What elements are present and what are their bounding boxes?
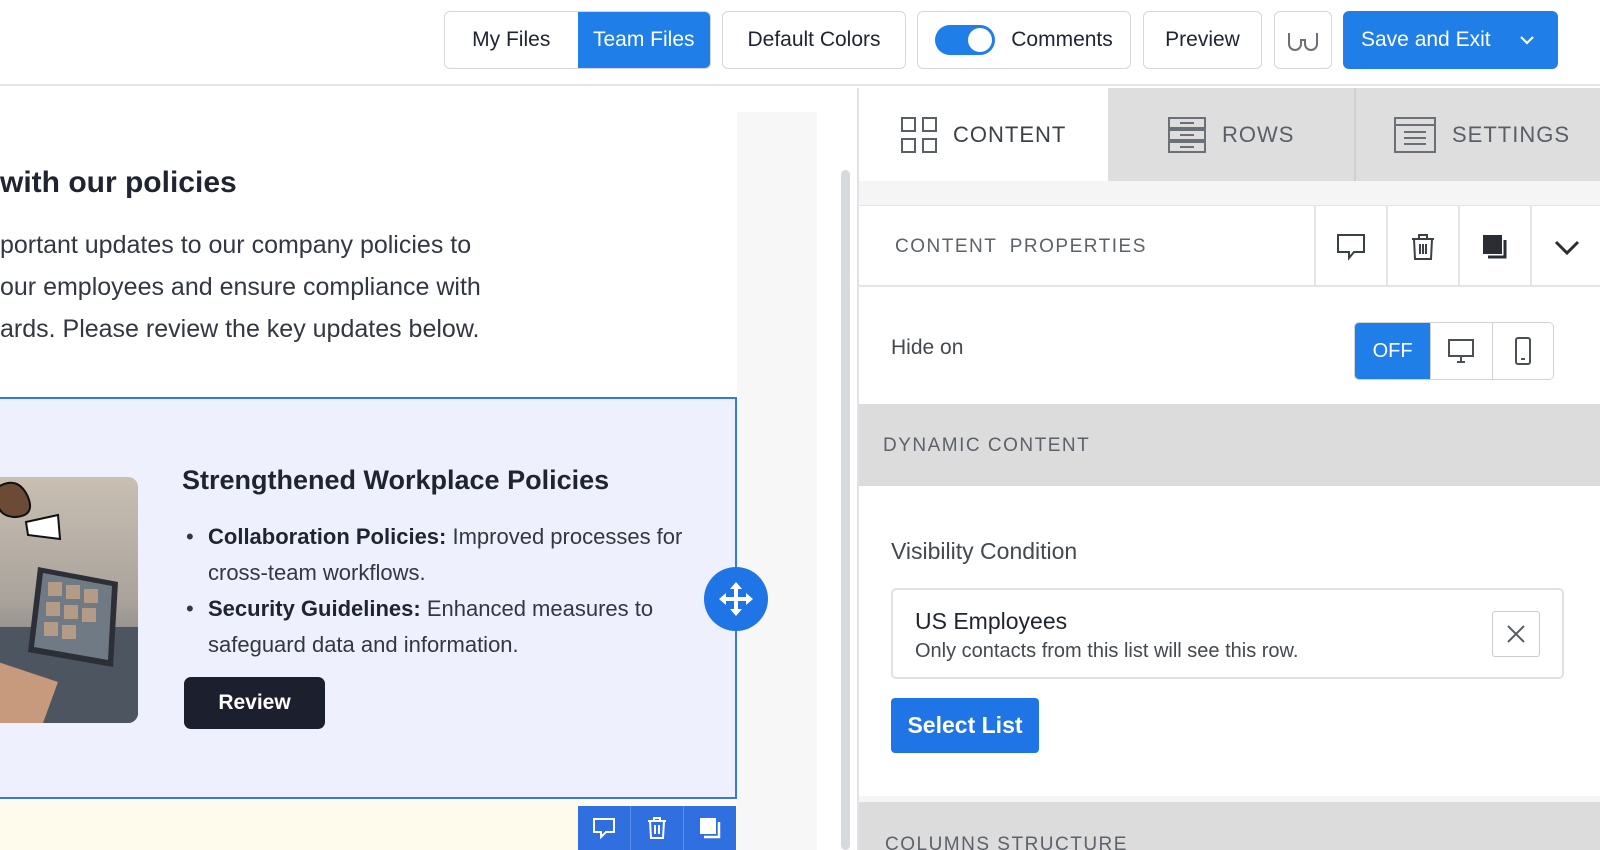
duplicate-icon[interactable] xyxy=(1458,206,1530,288)
my-files-button[interactable]: My Files xyxy=(445,12,578,68)
list-description: Only contacts from this list will see th… xyxy=(915,640,1299,662)
list-item: Security Guidelines: Enhanced measures t… xyxy=(184,591,704,663)
save-and-exit-label: Save and Exit xyxy=(1361,28,1491,51)
glasses-icon[interactable] xyxy=(1274,11,1332,69)
desktop-icon[interactable] xyxy=(1430,323,1492,379)
settings-doc-icon xyxy=(1394,116,1436,153)
tab-settings[interactable]: SETTINGS xyxy=(1356,88,1600,181)
intro-line: portant updates to our company policies … xyxy=(0,231,472,259)
rows-icon xyxy=(1168,116,1206,153)
properties-panel: CONTENT ROWS SETTINGS CONTENT PROPERTIES… xyxy=(857,88,1600,850)
content-properties-title: CONTENT PROPERTIES xyxy=(895,236,1147,257)
mobile-icon[interactable] xyxy=(1491,323,1553,379)
tab-rows[interactable]: ROWS xyxy=(1108,88,1356,181)
canvas-scrollbar[interactable] xyxy=(841,170,850,850)
dynamic-content-title: DYNAMIC CONTENT xyxy=(883,435,1091,456)
comment-icon[interactable] xyxy=(578,806,631,850)
columns-structure-header[interactable]: COLUMNS STRUCTURE xyxy=(859,802,1600,850)
bullet-bold: Security Guidelines: xyxy=(208,596,421,621)
panel-tabs: CONTENT ROWS SETTINGS xyxy=(859,88,1600,181)
hide-on-label: Hide on xyxy=(891,336,964,359)
content-properties-header: CONTENT PROPERTIES xyxy=(859,205,1600,288)
grid-icon xyxy=(901,116,937,153)
top-toolbar: My Files Team Files Default Colors Comme… xyxy=(0,0,1600,86)
hide-on-control: OFF xyxy=(1354,322,1554,380)
canvas-gutter xyxy=(737,112,817,850)
visibility-condition-label: Visibility Condition xyxy=(891,538,1078,564)
laptop-illustration xyxy=(0,477,138,723)
tab-content[interactable]: CONTENT xyxy=(859,88,1108,181)
intro-line: ards. Please review the key updates belo… xyxy=(0,315,480,343)
policy-list: Collaboration Policies: Improved process… xyxy=(184,519,704,663)
visibility-condition-card: US Employees Only contacts from this lis… xyxy=(891,588,1564,679)
tab-settings-label: SETTINGS xyxy=(1452,121,1571,147)
preview-button[interactable]: Preview xyxy=(1143,11,1262,69)
row-mini-toolbar xyxy=(578,806,736,850)
hide-off-option[interactable]: OFF xyxy=(1355,323,1431,379)
duplicate-icon[interactable] xyxy=(684,806,736,850)
bullet-bold: Collaboration Policies: xyxy=(208,524,447,549)
list-name: US Employees xyxy=(915,608,1068,634)
default-colors-button[interactable]: Default Colors xyxy=(722,11,906,69)
chevron-down-icon[interactable] xyxy=(1519,30,1535,50)
move-icon[interactable] xyxy=(704,567,768,631)
comments-label: Comments xyxy=(1011,28,1113,51)
close-icon[interactable] xyxy=(1492,611,1540,657)
comment-icon[interactable] xyxy=(1314,206,1386,288)
list-item: Collaboration Policies: Improved process… xyxy=(184,519,704,591)
chevron-down-icon[interactable] xyxy=(1530,206,1600,288)
intro-paragraph: portant updates to our company policies … xyxy=(0,224,600,350)
team-files-button[interactable]: Team Files xyxy=(577,12,710,68)
review-button[interactable]: Review xyxy=(184,677,325,729)
select-list-button[interactable]: Select List xyxy=(891,698,1039,753)
tab-rows-label: ROWS xyxy=(1222,121,1295,147)
trash-icon[interactable] xyxy=(1386,206,1458,288)
section-heading: with our policies xyxy=(0,166,237,199)
save-and-exit-button[interactable]: Save and Exit xyxy=(1343,11,1558,69)
intro-line: our employees and ensure compliance with xyxy=(0,273,481,301)
selected-row[interactable]: Strengthened Workplace Policies Collabor… xyxy=(0,397,737,799)
comments-toggle-button[interactable]: Comments xyxy=(917,11,1131,69)
trash-icon[interactable] xyxy=(631,806,684,850)
hide-on-row: Hide on OFF xyxy=(859,287,1600,404)
dynamic-content-body: Visibility Condition US Employees Only c… xyxy=(859,486,1600,796)
files-segmented-control: My Files Team Files xyxy=(444,11,711,69)
dynamic-content-header: DYNAMIC CONTENT xyxy=(859,404,1600,486)
tab-content-label: CONTENT xyxy=(953,121,1067,147)
card-title: Strengthened Workplace Policies xyxy=(182,465,610,495)
comments-toggle-switch[interactable] xyxy=(935,25,996,55)
columns-structure-title: COLUMNS STRUCTURE xyxy=(885,834,1128,850)
